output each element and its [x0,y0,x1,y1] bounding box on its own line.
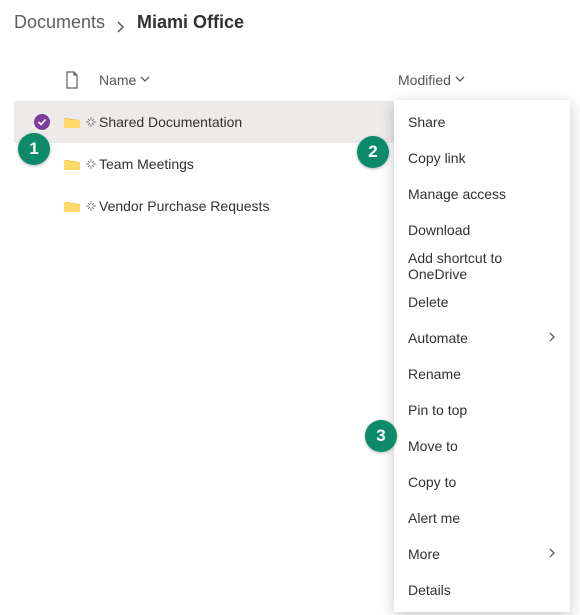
menu-item[interactable]: Share [394,104,570,140]
menu-item-label: Download [408,222,470,238]
callout-badge-2: 2 [357,136,389,168]
menu-item-label: Move to [408,438,458,454]
menu-item[interactable]: Automate [394,320,570,356]
chevron-down-icon [455,75,465,86]
breadcrumb: Documents Miami Office [14,12,566,33]
menu-item[interactable]: Manage access [394,176,570,212]
chevron-right-icon [115,17,127,29]
document-type-icon [59,71,85,89]
menu-item[interactable]: Details [394,572,570,608]
breadcrumb-current[interactable]: Miami Office [137,12,244,33]
menu-item[interactable]: Alert me [394,500,570,536]
column-header-modified-label: Modified [398,72,451,88]
context-menu: Share Copy link Manage access Download Add s… [394,100,570,612]
menu-item-label: Copy to [408,474,456,490]
menu-item[interactable]: More [394,536,570,572]
column-header-modified[interactable]: Modified [398,72,566,88]
folder-icon [59,199,85,213]
menu-item[interactable]: Pin to top [394,392,570,428]
menu-item-label: Manage access [408,186,506,202]
check-circle-icon [34,114,50,130]
menu-item[interactable]: Add shortcut to OneDrive [394,248,570,284]
menu-item[interactable]: Download [394,212,570,248]
menu-item[interactable]: Copy to [394,464,570,500]
callout-badge-3: 3 [365,420,397,452]
row-select-cell[interactable] [24,114,59,130]
menu-item[interactable]: Delete [394,284,570,320]
menu-item-label: Pin to top [408,402,467,418]
menu-item[interactable]: Rename [394,356,570,392]
menu-item-label: Add shortcut to OneDrive [408,250,556,282]
menu-item-label: Details [408,582,451,598]
folder-icon [59,157,85,171]
column-headers: Name Modified [14,59,566,101]
menu-item-label: More [408,546,440,562]
column-header-name-label: Name [99,72,136,88]
chevron-right-icon [548,332,556,345]
chevron-right-icon [548,548,556,561]
breadcrumb-root[interactable]: Documents [14,12,105,33]
menu-item-label: Automate [408,330,468,346]
share-link-icon [85,156,97,172]
column-header-name[interactable]: Name [85,72,398,88]
menu-item-label: Delete [408,294,448,310]
folder-icon [59,115,85,129]
share-link-icon [85,198,97,214]
share-link-icon [85,114,97,130]
menu-item-label: Share [408,114,445,130]
menu-item-label: Rename [408,366,461,382]
chevron-down-icon [140,75,150,86]
menu-item-label: Copy link [408,150,466,166]
callout-badge-1: 1 [18,133,50,165]
menu-item[interactable]: Copy link [394,140,570,176]
menu-item[interactable]: Move to [394,428,570,464]
menu-item-label: Alert me [408,510,460,526]
